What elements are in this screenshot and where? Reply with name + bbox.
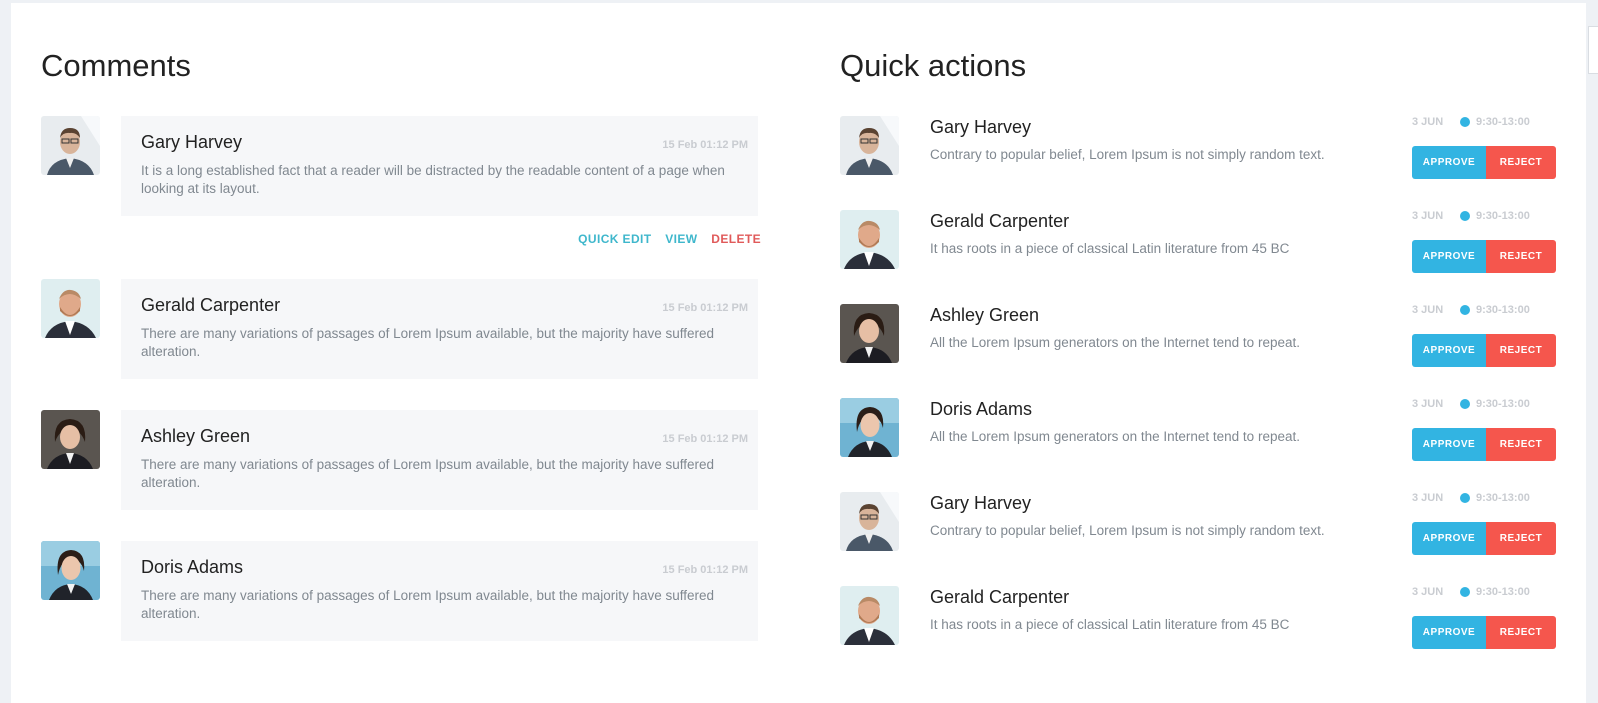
qa-date: 3 JUN — [1412, 116, 1444, 128]
comment-text: There are many variations of passages of… — [141, 588, 715, 621]
comment-card: Gerald Carpenter 15 Feb 01:12 PM There a… — [121, 279, 758, 379]
qa-text: All the Lorem Ipsum generators on the In… — [930, 335, 1300, 350]
comment-card: Ashley Green 15 Feb 01:12 PM There are m… — [121, 410, 758, 510]
comments-title: Comments — [41, 48, 191, 83]
approve-button[interactable]: APPROVE — [1412, 146, 1486, 179]
reject-button[interactable]: REJECT — [1486, 428, 1556, 461]
reject-button[interactable]: REJECT — [1486, 522, 1556, 555]
avatar — [41, 116, 100, 175]
man-glasses-avatar-icon — [840, 492, 899, 551]
qa-name: Gary Harvey — [930, 493, 1032, 513]
qa-date: 3 JUN — [1412, 304, 1444, 316]
avatar — [840, 116, 899, 175]
qa-time: 9:30-13:00 — [1476, 304, 1530, 316]
comment-text: It is a long established fact that a rea… — [141, 163, 725, 196]
comment-actions: QUICK EDIT VIEW DELETE — [568, 232, 761, 246]
avatar — [840, 492, 899, 551]
avatar — [840, 304, 899, 363]
comment-date: 15 Feb 01:12 PM — [662, 139, 748, 151]
approve-button[interactable]: APPROVE — [1412, 334, 1486, 367]
qa-date: 3 JUN — [1412, 492, 1444, 504]
man-beard-avatar-icon — [840, 586, 899, 645]
status-dot-icon — [1460, 493, 1470, 503]
qa-name: Gary Harvey — [930, 117, 1032, 137]
approve-button[interactable]: APPROVE — [1412, 240, 1486, 273]
woman-dark-avatar-icon — [840, 304, 899, 363]
status-dot-icon — [1460, 587, 1470, 597]
status-dot-icon — [1460, 399, 1470, 409]
reject-button[interactable]: REJECT — [1486, 334, 1556, 367]
comment-author: Doris Adams — [141, 557, 244, 577]
comment-date: 15 Feb 01:12 PM — [662, 564, 748, 576]
approve-button[interactable]: APPROVE — [1412, 522, 1486, 555]
reject-button[interactable]: REJECT — [1486, 240, 1556, 273]
avatar — [41, 541, 100, 600]
quick-edit-link[interactable]: QUICK EDIT — [578, 232, 651, 246]
comment-author: Gary Harvey — [141, 132, 243, 152]
qa-date: 3 JUN — [1412, 210, 1444, 222]
qa-name: Gerald Carpenter — [930, 211, 1070, 231]
avatar — [840, 586, 899, 645]
man-beard-avatar-icon — [840, 210, 899, 269]
qa-name: Doris Adams — [930, 399, 1033, 419]
qa-text: It has roots in a piece of classical Lat… — [930, 241, 1290, 256]
status-dot-icon — [1460, 211, 1470, 221]
approve-button[interactable]: APPROVE — [1412, 428, 1486, 461]
approve-button[interactable]: APPROVE — [1412, 616, 1486, 649]
qa-date: 3 JUN — [1412, 398, 1444, 410]
woman-dark-avatar-icon — [41, 410, 100, 469]
man-glasses-avatar-icon — [41, 116, 100, 175]
reject-button[interactable]: REJECT — [1486, 146, 1556, 179]
avatar — [41, 279, 100, 338]
reject-button[interactable]: REJECT — [1486, 616, 1556, 649]
qa-name: Ashley Green — [930, 305, 1040, 325]
qa-time: 9:30-13:00 — [1476, 398, 1530, 410]
comment-text: There are many variations of passages of… — [141, 457, 715, 490]
woman-blue-avatar-icon — [41, 541, 100, 600]
man-beard-avatar-icon — [41, 279, 100, 338]
comment-card: Gary Harvey 15 Feb 01:12 PM It is a long… — [121, 116, 758, 216]
comment-author: Ashley Green — [141, 426, 251, 446]
qa-text: All the Lorem Ipsum generators on the In… — [930, 429, 1300, 444]
qa-time: 9:30-13:00 — [1476, 586, 1530, 598]
comment-author: Gerald Carpenter — [141, 295, 281, 315]
qa-name: Gerald Carpenter — [930, 587, 1070, 607]
woman-blue-avatar-icon — [840, 398, 899, 457]
qa-time: 9:30-13:00 — [1476, 492, 1530, 504]
qa-time: 9:30-13:00 — [1476, 210, 1530, 222]
avatar — [41, 410, 100, 469]
quick-actions-title: Quick actions — [840, 48, 1027, 83]
side-tab[interactable] — [1588, 26, 1598, 74]
qa-text: It has roots in a piece of classical Lat… — [930, 617, 1290, 632]
comment-text: There are many variations of passages of… — [141, 326, 715, 359]
status-dot-icon — [1460, 117, 1470, 127]
avatar — [840, 398, 899, 457]
avatar — [840, 210, 899, 269]
qa-text: Contrary to popular belief, Lorem Ipsum … — [930, 523, 1325, 538]
qa-time: 9:30-13:00 — [1476, 116, 1530, 128]
view-link[interactable]: VIEW — [665, 232, 697, 246]
comment-date: 15 Feb 01:12 PM — [662, 433, 748, 445]
qa-date: 3 JUN — [1412, 586, 1444, 598]
delete-link[interactable]: DELETE — [711, 232, 761, 246]
comment-card: Doris Adams 15 Feb 01:12 PM There are ma… — [121, 541, 758, 641]
status-dot-icon — [1460, 305, 1470, 315]
qa-text: Contrary to popular belief, Lorem Ipsum … — [930, 147, 1325, 162]
comment-date: 15 Feb 01:12 PM — [662, 302, 748, 314]
man-glasses-avatar-icon — [840, 116, 899, 175]
